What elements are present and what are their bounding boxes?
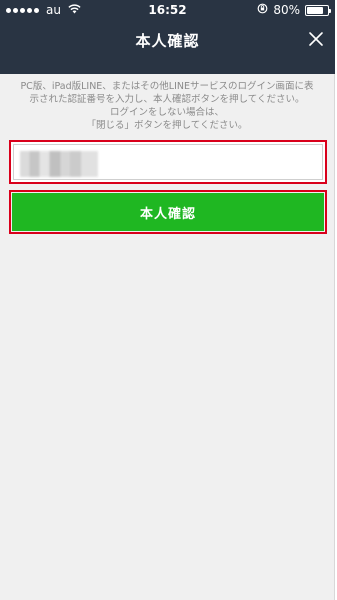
code-input-highlight [9,140,327,184]
close-button[interactable] [305,28,327,50]
verification-screen: au 16:52 80% 本人確認 PC版、iPad版LINE、またはその他LI… [0,0,335,600]
instructions-line-4: 「閉じる」ボタンを押してください。 [86,120,248,131]
verification-code-input[interactable] [13,144,323,180]
battery-percent: 80% [273,3,300,17]
confirm-button-highlight: 本人確認 [9,190,327,234]
rotation-lock-icon [257,3,268,17]
obscured-code [20,151,98,177]
instructions-text: PC版、iPad版LINE、またはその他LINEサービスのログイン画面に表 示さ… [8,80,326,132]
page-title: 本人確認 [135,32,200,50]
battery-icon [305,4,331,16]
confirm-identity-button[interactable]: 本人確認 [12,193,324,231]
instructions-line-3: ログインをしない場合は、 [109,107,224,118]
close-icon [309,32,323,46]
status-right: 80% [257,3,331,17]
header-bar: au 16:52 80% 本人確認 [0,0,335,74]
instructions-line-1: PC版、iPad版LINE、またはその他LINEサービスのログイン画面に表 [20,81,314,92]
status-bar: au 16:52 80% [0,0,335,20]
instructions-line-2: 示された認証番号を入力し、本人確認ボタンを押してください。 [29,94,305,105]
battery-fill [307,6,323,14]
